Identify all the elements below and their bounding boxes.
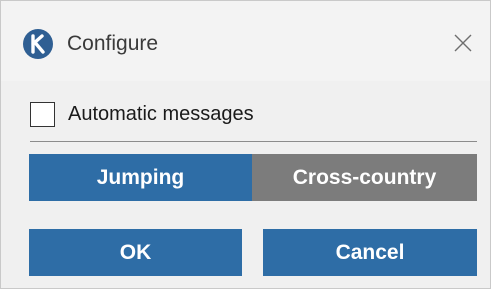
close-button[interactable] [443,25,483,61]
automatic-messages-label[interactable]: Automatic messages [68,103,254,126]
divider [30,141,477,142]
mode-jumping-button[interactable]: Jumping [29,154,252,201]
mode-cross-country-button[interactable]: Cross-country [252,154,477,201]
automatic-messages-option[interactable]: Automatic messages [30,99,254,129]
configure-dialog: Configure Automatic messages Jumping Cro… [0,0,491,289]
close-icon [454,34,472,52]
cancel-button[interactable]: Cancel [263,229,477,276]
window-title: Configure [67,32,159,55]
automatic-messages-checkbox[interactable] [30,101,55,127]
k-logo-icon [23,29,53,59]
title-bar: Configure [1,1,490,81]
ok-button[interactable]: OK [29,229,242,276]
